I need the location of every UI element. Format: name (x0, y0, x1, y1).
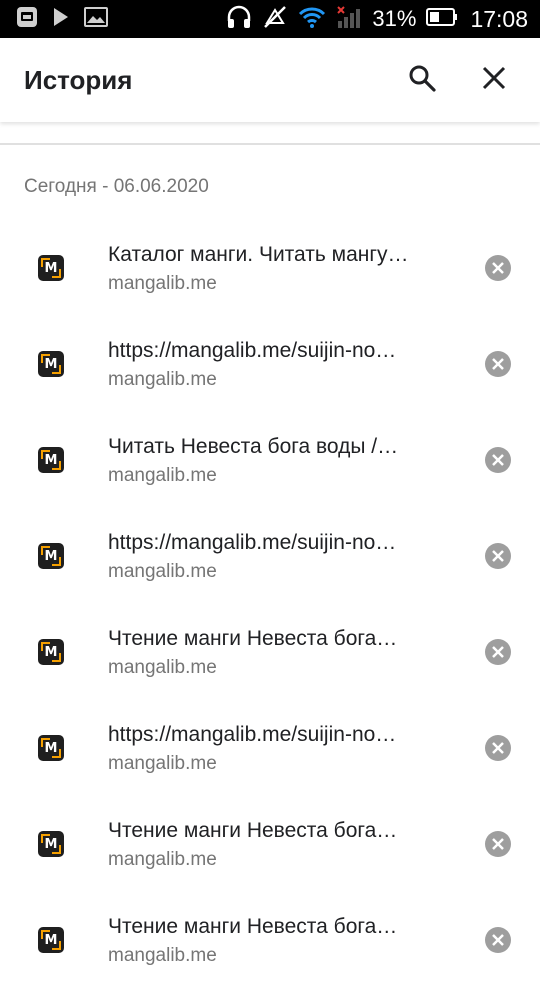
history-item-title: Чтение манги Невеста бога… (108, 627, 398, 650)
search-icon (408, 64, 436, 97)
status-bar-right: 31% 17:08 (216, 5, 528, 34)
close-circle-icon (492, 262, 504, 274)
remove-history-item-button[interactable] (485, 351, 511, 377)
favicon-letter: M (44, 356, 58, 372)
history-item[interactable]: M https://mangalib.me/suijin-no… mangali… (0, 699, 540, 795)
search-button[interactable] (400, 58, 444, 102)
history-item[interactable]: M https://mangalib.me/suijin-no… mangali… (0, 315, 540, 411)
remove-history-item-button[interactable] (485, 927, 511, 953)
remove-history-item-button[interactable] (485, 543, 511, 569)
play-icon (52, 7, 70, 32)
mute-icon (262, 5, 288, 34)
favicon-letter: M (44, 452, 58, 468)
divider (0, 143, 540, 145)
history-item-url: mangalib.me (108, 849, 217, 870)
favicon-letter: M (44, 836, 58, 852)
site-favicon-icon: M (38, 351, 64, 377)
site-favicon-icon: M (38, 543, 64, 569)
history-item-title: https://mangalib.me/suijin-no… (108, 531, 397, 554)
clock: 17:08 (470, 5, 528, 32)
history-item-url: mangalib.me (108, 273, 217, 294)
history-item-text: Читать Невеста бога воды /… mangalib.me (108, 433, 458, 489)
history-item[interactable]: M Чтение манги Невеста бога… mangalib.me (0, 603, 540, 699)
history-item-url: mangalib.me (108, 369, 217, 390)
favicon-letter: M (44, 740, 58, 756)
remove-history-item-button[interactable] (485, 735, 511, 761)
favicon-letter: M (44, 644, 58, 660)
history-item-title: https://mangalib.me/suijin-no… (108, 339, 397, 362)
image-icon (84, 6, 108, 32)
page-title: История (24, 64, 133, 95)
history-item[interactable]: M https://mangalib.me/suijin-no… mangali… (0, 507, 540, 603)
favicon-letter: M (44, 260, 58, 276)
site-favicon-icon: M (38, 447, 64, 473)
site-favicon-icon: M (38, 639, 64, 665)
close-circle-icon (492, 550, 504, 562)
history-item-title: Каталог манги. Читать мангу… (108, 243, 409, 266)
history-item-title: Чтение манги Невеста бога… (108, 819, 398, 842)
history-item-text: https://mangalib.me/suijin-no… mangalib.… (108, 529, 458, 585)
app-bar: История (0, 38, 540, 122)
history-item[interactable]: M Чтение манги Невеста бога… mangalib.me (0, 891, 540, 987)
remove-history-item-button[interactable] (485, 831, 511, 857)
history-item-url: mangalib.me (108, 945, 217, 966)
history-item[interactable]: M Чтение манги Невеста бога… mangalib.me (0, 795, 540, 891)
site-favicon-icon: M (38, 831, 64, 857)
history-list: M Каталог манги. Читать мангу… mangalib.… (0, 219, 540, 987)
history-item-text: https://mangalib.me/suijin-no… mangalib.… (108, 337, 458, 393)
close-icon (482, 66, 506, 95)
close-circle-icon (492, 742, 504, 754)
site-favicon-icon: M (38, 735, 64, 761)
date-section-header: Сегодня - 06.06.2020 (24, 176, 209, 197)
site-favicon-icon: M (38, 927, 64, 953)
battery-icon (426, 7, 458, 32)
history-item[interactable]: M Читать Невеста бога воды /… mangalib.m… (0, 411, 540, 507)
notification-square-icon (16, 6, 38, 33)
history-item-url: mangalib.me (108, 753, 217, 774)
close-circle-icon (492, 358, 504, 370)
history-item-text: Чтение манги Невеста бога… mangalib.me (108, 913, 458, 969)
history-item-title: Чтение манги Невеста бога… (108, 915, 398, 938)
headphones-icon (226, 5, 252, 34)
remove-history-item-button[interactable] (485, 447, 511, 473)
close-circle-icon (492, 646, 504, 658)
history-item-url: mangalib.me (108, 657, 217, 678)
remove-history-item-button[interactable] (485, 255, 511, 281)
history-item[interactable]: M Каталог манги. Читать мангу… mangalib.… (0, 219, 540, 315)
close-circle-icon (492, 454, 504, 466)
site-favicon-icon: M (38, 255, 64, 281)
remove-history-item-button[interactable] (485, 639, 511, 665)
history-item-text: Каталог манги. Читать мангу… mangalib.me (108, 241, 458, 297)
history-item-text: https://mangalib.me/suijin-no… mangalib.… (108, 721, 458, 777)
history-item-title: Читать Невеста бога воды /… (108, 435, 399, 458)
history-item-text: Чтение манги Невеста бога… mangalib.me (108, 817, 458, 873)
favicon-letter: M (44, 932, 58, 948)
history-item-title: https://mangalib.me/suijin-no… (108, 723, 397, 746)
status-bar: 31% 17:08 (0, 0, 540, 38)
history-item-url: mangalib.me (108, 465, 217, 486)
signal-icon (336, 5, 362, 34)
favicon-letter: M (44, 548, 58, 564)
wifi-icon (298, 5, 326, 34)
status-bar-left (16, 6, 122, 33)
close-circle-icon (492, 934, 504, 946)
history-item-url: mangalib.me (108, 561, 217, 582)
close-button[interactable] (472, 58, 516, 102)
close-circle-icon (492, 838, 504, 850)
history-item-text: Чтение манги Невеста бога… mangalib.me (108, 625, 458, 681)
battery-percent: 31% (372, 6, 417, 31)
